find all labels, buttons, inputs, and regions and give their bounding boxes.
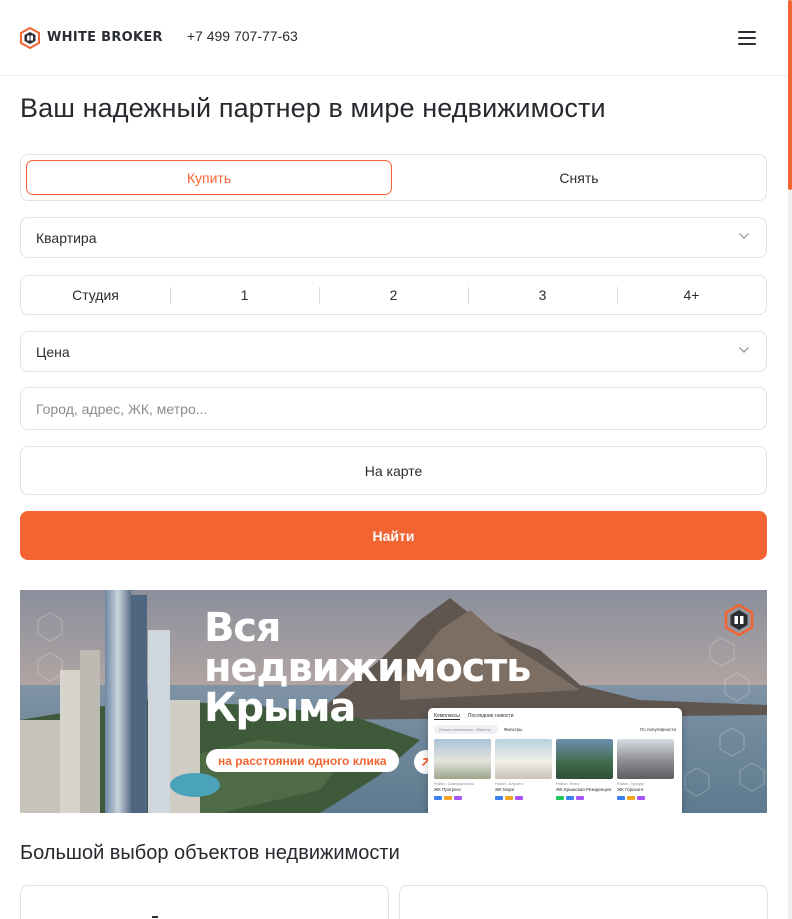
chevron-down-icon — [739, 347, 749, 353]
category-card[interactable] — [20, 885, 389, 919]
banner-headline-line: Вся — [204, 605, 281, 651]
phone-link[interactable]: +7 499 707-77-63 — [187, 28, 298, 44]
tab-rent[interactable]: Снять — [397, 160, 761, 195]
mockup-card: Район, Ялта ЖК Крымская Резиденция — [556, 739, 613, 800]
mockup-cards: Район, Симферополь ЖК Прогресс Район, Ал… — [434, 739, 676, 800]
logo-text: WHITE BROKER — [47, 30, 163, 45]
room-option-4plus[interactable]: 4+ — [617, 276, 766, 314]
mockup-card: Район, Гурзуф ЖК Горизонт — [617, 739, 674, 800]
property-type-select[interactable]: Квартира — [20, 217, 767, 258]
room-option-1[interactable]: 1 — [170, 276, 319, 314]
banner-pill[interactable]: на расстоянии одного клика — [206, 749, 399, 772]
property-type-value: Квартира — [36, 229, 97, 246]
price-select[interactable]: Цена — [20, 331, 767, 372]
brand-badge-icon — [724, 604, 754, 636]
mockup-card-image — [556, 739, 613, 779]
mockup-card-name: ЖК Горизонт — [617, 787, 644, 792]
price-value: Цена — [36, 343, 70, 360]
logo[interactable]: WHITE BROKER — [20, 26, 163, 49]
mockup-card-caption: Район, Гурзуф — [617, 781, 644, 786]
mockup-card: Район, Алушта ЖК Море — [495, 739, 552, 800]
banner-headline-line: недвижимость — [204, 645, 531, 691]
mockup-card: Район, Симферополь ЖК Прогресс — [434, 739, 491, 800]
mockup-search: Искать комплексы, объекты — [434, 725, 498, 734]
mockup-card-caption: Район, Ялта — [556, 781, 579, 786]
page-title: Ваш надежный партнер в мире недвижимости — [20, 93, 606, 123]
mockup-tabs: Комплексы Последние новости — [434, 713, 676, 720]
chevron-down-icon — [739, 233, 749, 239]
mockup-card-image — [617, 739, 674, 779]
section-title: Большой выбор объектов недвижимости — [20, 842, 400, 864]
rooms-selector: Студия 1 2 3 4+ — [20, 275, 767, 315]
mockup-card-name: ЖК Море — [495, 787, 515, 792]
map-button[interactable]: На карте — [20, 446, 767, 495]
room-option-studio[interactable]: Студия — [21, 276, 170, 314]
mockup-filter: Фильтры — [504, 727, 523, 732]
mockup-tab: Комплексы — [434, 713, 460, 720]
scrollbar-thumb[interactable] — [788, 0, 792, 190]
promo-banner[interactable]: Вся недвижимость Крыма на расстоянии одн… — [20, 590, 767, 813]
burger-menu-icon[interactable] — [738, 31, 756, 45]
card-text-fragment — [152, 916, 158, 918]
category-card[interactable] — [399, 885, 768, 919]
find-button[interactable]: Найти — [20, 511, 767, 560]
mockup-card-caption: Район, Симферополь — [434, 781, 475, 786]
mockup-toolbar: Искать комплексы, объекты Фильтры По поп… — [434, 725, 676, 734]
mockup-sort: По популярности — [640, 727, 676, 732]
mockup-card-tags — [434, 796, 491, 800]
location-search-input[interactable] — [20, 387, 767, 430]
mockup-card-tags — [617, 796, 674, 800]
mockup-card-tags — [495, 796, 552, 800]
scrollbar-track[interactable] — [788, 0, 792, 919]
mockup-card-image — [434, 739, 491, 779]
mockup-card-caption: Район, Алушта — [495, 781, 523, 786]
logo-icon — [20, 26, 40, 49]
mockup-card-name: ЖК Прогресс — [434, 787, 462, 792]
banner-app-mockup: Комплексы Последние новости Искать компл… — [428, 708, 682, 813]
room-option-3[interactable]: 3 — [468, 276, 617, 314]
mockup-card-name: ЖК Крымская Резиденция — [556, 787, 611, 792]
mockup-card-image — [495, 739, 552, 779]
mockup-tab: Последние новости — [467, 713, 514, 719]
tab-buy[interactable]: Купить — [26, 160, 392, 195]
mockup-card-tags — [556, 796, 613, 800]
deal-type-tabs: Купить Снять — [20, 154, 767, 201]
room-option-2[interactable]: 2 — [319, 276, 468, 314]
site-header: WHITE BROKER +7 499 707-77-63 — [0, 0, 788, 76]
